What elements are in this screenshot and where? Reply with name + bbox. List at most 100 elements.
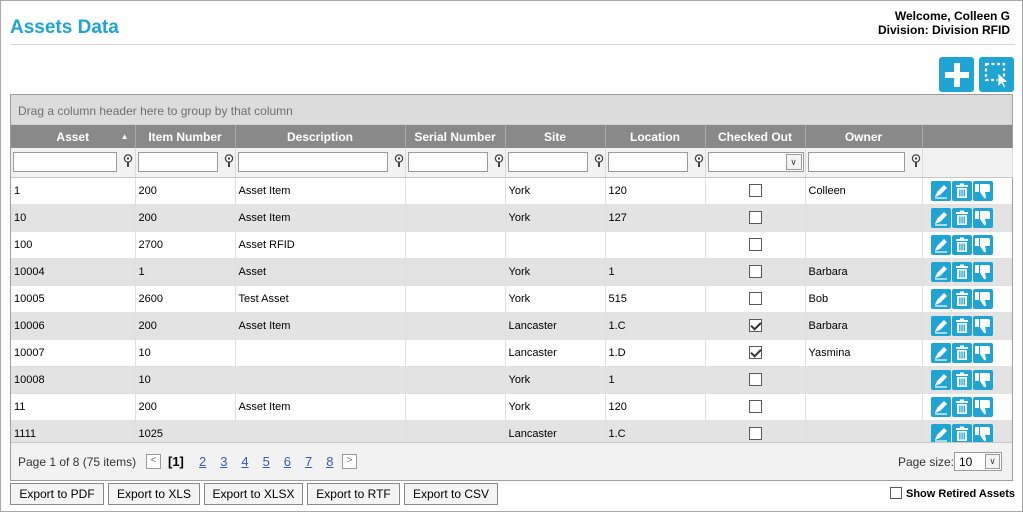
retire-icon[interactable]	[972, 315, 993, 336]
column-filter-input[interactable]	[607, 152, 688, 172]
filter-cell	[605, 148, 706, 178]
retire-icon[interactable]	[972, 207, 993, 228]
pager-summary: Page 1 of 8 (75 items)	[18, 455, 137, 469]
retire-icon[interactable]	[972, 288, 993, 309]
delete-icon[interactable]	[951, 342, 972, 363]
edit-icon[interactable]	[930, 261, 951, 282]
column-header[interactable]: Serial Number	[405, 125, 506, 148]
cell-location: 1	[605, 258, 706, 286]
column-header[interactable]: Site	[505, 125, 606, 148]
table-row[interactable]: 10005 2600 Test Asset York 515 Bob	[11, 285, 1012, 313]
filter-icon[interactable]	[122, 154, 134, 168]
delete-icon[interactable]	[951, 207, 972, 228]
select-assets-button[interactable]	[979, 57, 1014, 92]
page-size-select[interactable]: 10 ∨	[954, 452, 1002, 471]
chevron-down-icon[interactable]: ∨	[785, 154, 802, 170]
table-row[interactable]: 10008 10 York 1	[11, 366, 1012, 394]
table-row[interactable]: 100 2700 Asset RFID	[11, 231, 1012, 259]
export-xlsx-button[interactable]: Export to XLSX	[204, 483, 303, 505]
retire-icon[interactable]	[972, 342, 993, 363]
group-by-panel[interactable]: Drag a column header here to group by th…	[11, 95, 1012, 125]
checked-out-filter-select[interactable]: ∨	[707, 152, 804, 172]
show-retired-checkbox[interactable]	[889, 487, 902, 499]
delete-icon[interactable]	[951, 261, 972, 282]
cell-item: 200	[135, 393, 236, 421]
filter-icon[interactable]	[493, 154, 505, 168]
cell-site: Lancaster	[505, 339, 606, 367]
edit-icon[interactable]	[930, 207, 951, 228]
table-row[interactable]: 11 200 Asset Item York 120	[11, 393, 1012, 421]
division-text: Division: Division RFID	[877, 23, 1010, 37]
column-header[interactable]: Owner	[805, 125, 923, 148]
retire-icon[interactable]	[972, 369, 993, 390]
column-header[interactable]: Item Number	[135, 125, 236, 148]
filter-icon[interactable]	[593, 154, 605, 168]
export-xls-button[interactable]: Export to XLS	[108, 483, 200, 505]
cell-item: 200	[135, 312, 236, 340]
delete-icon[interactable]	[951, 288, 972, 309]
filter-icon[interactable]	[393, 154, 405, 168]
export-pdf-button[interactable]: Export to PDF	[10, 483, 104, 505]
filter-icon[interactable]	[223, 154, 235, 168]
page-link[interactable]: 6	[284, 454, 291, 469]
column-header[interactable]: Description	[235, 125, 406, 148]
table-row[interactable]: 10004 1 Asset York 1 Barbara	[11, 258, 1012, 286]
page-link[interactable]: 4	[241, 454, 248, 469]
delete-icon[interactable]	[951, 180, 972, 201]
column-filter-input[interactable]	[13, 152, 117, 172]
column-filter-input[interactable]	[507, 152, 588, 172]
filter-cell: ∨	[705, 148, 806, 178]
prev-page-button[interactable]: <	[146, 454, 161, 469]
edit-icon[interactable]	[930, 288, 951, 309]
column-header-label: Site	[543, 129, 566, 144]
edit-icon[interactable]	[930, 423, 951, 444]
retire-icon[interactable]	[972, 234, 993, 255]
cell-serial	[405, 204, 506, 232]
column-filter-input[interactable]	[137, 152, 218, 172]
show-retired-toggle[interactable]: Show Retired Assets	[889, 487, 1015, 500]
table-row[interactable]: 10 200 Asset Item York 127	[11, 204, 1012, 232]
retire-icon[interactable]	[972, 423, 993, 444]
retire-icon[interactable]	[972, 180, 993, 201]
filter-icon[interactable]	[910, 154, 922, 168]
edit-icon[interactable]	[930, 342, 951, 363]
cell-owner: Barbara	[805, 312, 923, 340]
sort-ascending-icon[interactable]: ▲	[121, 132, 129, 141]
delete-icon[interactable]	[951, 315, 972, 336]
edit-icon[interactable]	[930, 396, 951, 417]
table-row[interactable]: 10007 10 Lancaster 1.D Yasmina	[11, 339, 1012, 367]
cell-checked-out	[705, 366, 806, 394]
edit-icon[interactable]	[930, 369, 951, 390]
edit-icon[interactable]	[930, 234, 951, 255]
delete-icon[interactable]	[951, 369, 972, 390]
delete-icon[interactable]	[951, 396, 972, 417]
checked-out-checkbox	[748, 346, 762, 359]
table-row[interactable]: 1 200 Asset Item York 120 Colleen	[11, 177, 1012, 205]
next-page-button[interactable]: >	[342, 454, 357, 469]
retire-icon[interactable]	[972, 396, 993, 417]
add-asset-button[interactable]	[939, 57, 974, 92]
chevron-down-icon[interactable]: ∨	[985, 454, 1000, 469]
page-link[interactable]: 8	[326, 454, 333, 469]
column-filter-input[interactable]	[807, 152, 905, 172]
edit-icon[interactable]	[930, 180, 951, 201]
page-link[interactable]: 7	[305, 454, 312, 469]
page-link[interactable]: 2	[199, 454, 206, 469]
column-filter-input[interactable]	[237, 152, 388, 172]
page-link[interactable]: 5	[263, 454, 270, 469]
column-header[interactable]: Checked Out	[705, 125, 806, 148]
delete-icon[interactable]	[951, 234, 972, 255]
column-filter-input[interactable]	[407, 152, 488, 172]
cell-desc	[235, 366, 406, 394]
filter-icon[interactable]	[693, 154, 705, 168]
export-rtf-button[interactable]: Export to RTF	[307, 483, 400, 505]
table-row[interactable]: 10006 200 Asset Item Lancaster 1.C Barbara	[11, 312, 1012, 340]
page-link[interactable]: 3	[220, 454, 227, 469]
column-header[interactable]: Location	[605, 125, 706, 148]
column-header[interactable]: Asset ▲	[11, 125, 136, 148]
edit-icon[interactable]	[930, 315, 951, 336]
retire-icon[interactable]	[972, 261, 993, 282]
column-header-label: Item Number	[148, 129, 222, 144]
export-csv-button[interactable]: Export to CSV	[404, 483, 498, 505]
delete-icon[interactable]	[951, 423, 972, 444]
